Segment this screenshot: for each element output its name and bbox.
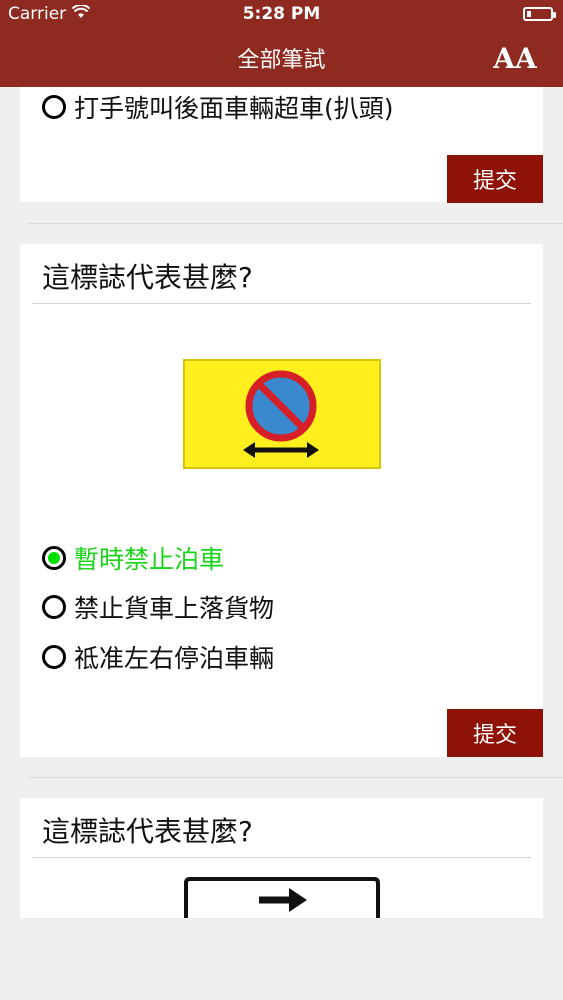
battery-icon: [523, 7, 556, 21]
option-label: 打手號叫後面車輛超車(扒頭): [74, 94, 394, 123]
card-divider: [28, 223, 563, 224]
page-title: 全部筆試: [237, 48, 326, 73]
option-label: 暫時禁止泊車: [74, 545, 225, 574]
submit-button[interactable]: 提交: [447, 709, 543, 757]
font-size-button[interactable]: AA: [493, 39, 537, 77]
answer-option[interactable]: 禁止貨車上落貨物: [42, 589, 274, 625]
radio-button[interactable]: [42, 595, 66, 619]
font-size-icon: AA: [493, 41, 537, 75]
question-text: 這標誌代表甚麼?: [42, 261, 253, 294]
card-divider: [28, 777, 563, 778]
question-card: 這標誌代表甚麼? 暫時禁止泊車 禁止貨車上落貨物 祗准左右停泊車輛 提交: [20, 244, 543, 757]
answer-option[interactable]: 打手號叫後面車輛超車(扒頭): [42, 89, 394, 125]
answer-option-selected[interactable]: 暫時禁止泊車: [42, 540, 224, 576]
question-list[interactable]: 打手號叫後面車輛超車(扒頭) 提交 這標誌代表甚麼? 暫時禁止泊車 禁止貨車上落…: [0, 87, 563, 1000]
right-arrow-sign: [183, 876, 381, 922]
option-label: 祗准左右停泊車輛: [74, 644, 275, 673]
status-bar: Carrier 5:28 PM: [0, 0, 563, 30]
question-separator: [32, 303, 531, 304]
option-label: 禁止貨車上落貨物: [74, 594, 275, 623]
answer-option[interactable]: 祗准左右停泊車輛: [42, 639, 274, 675]
question-separator: [32, 857, 531, 858]
radio-button-selected[interactable]: [42, 546, 66, 570]
radio-button[interactable]: [42, 645, 66, 669]
status-time: 5:28 PM: [242, 4, 321, 24]
submit-button[interactable]: 提交: [447, 155, 543, 203]
radio-button[interactable]: [42, 95, 66, 119]
navigation-bar: 全部筆試 AA: [0, 30, 563, 87]
question-card: 這標誌代表甚麼?: [20, 798, 543, 918]
question-text: 這標誌代表甚麼?: [42, 815, 253, 848]
question-card: 打手號叫後面車輛超車(扒頭) 提交: [20, 87, 543, 203]
no-parking-temporary-sign: [183, 359, 381, 473]
